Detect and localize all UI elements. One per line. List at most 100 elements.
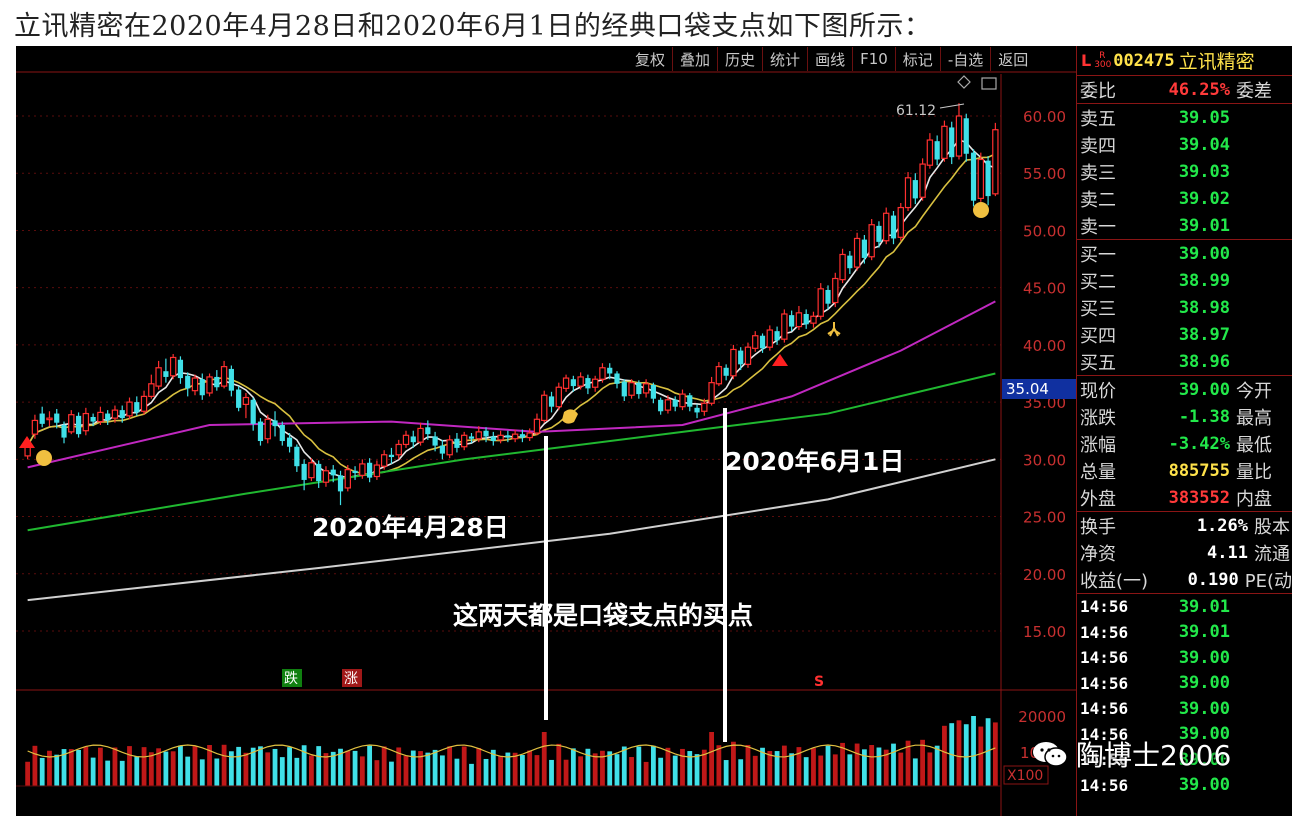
y-tick-label: 50.00 bbox=[1023, 222, 1066, 240]
tick-time: 14:56 bbox=[1080, 597, 1129, 617]
candle-body bbox=[359, 463, 366, 476]
candle-body bbox=[599, 367, 606, 380]
stat2-row-value: 0.190 bbox=[1187, 569, 1239, 590]
toolbar-f10-button[interactable]: F10 bbox=[852, 47, 895, 71]
volume-bar bbox=[927, 752, 933, 786]
candle-body bbox=[75, 415, 82, 435]
candle-body bbox=[308, 462, 315, 479]
quote-stats: 现价 39.00 今开 涨跌 -1.38 最高 涨幅 -3.42% 最低 总量 885755 量比 外盘… bbox=[1077, 376, 1292, 511]
volume-bar bbox=[119, 760, 125, 786]
toolbar-stats-button[interactable]: 统计 bbox=[762, 47, 807, 71]
volume-bar bbox=[869, 745, 875, 786]
candle-body bbox=[177, 359, 184, 379]
stock-code[interactable]: 002475 bbox=[1113, 51, 1174, 71]
candle-body bbox=[897, 206, 904, 238]
bid-row: 买一 39.00 bbox=[1077, 240, 1292, 267]
volume-bar bbox=[25, 761, 31, 786]
stat-row: 外盘 383552 内盘 bbox=[1077, 484, 1292, 511]
candle-body bbox=[934, 141, 940, 160]
toolbar-mark-button[interactable]: 标记 bbox=[894, 47, 940, 71]
stat-row-label: 外盘 bbox=[1080, 488, 1116, 510]
candle-body bbox=[90, 416, 96, 422]
toolbar-history-button[interactable]: 历史 bbox=[717, 47, 762, 71]
candle-body bbox=[119, 410, 125, 419]
candle-body bbox=[31, 419, 39, 435]
tick-row: 14:56 39.00 bbox=[1077, 645, 1292, 671]
candle-body bbox=[883, 212, 890, 242]
candle-body bbox=[228, 368, 234, 391]
candle-body bbox=[970, 152, 977, 201]
candle-body bbox=[955, 115, 963, 157]
toolbar-draw-button[interactable]: 画线 bbox=[807, 47, 852, 71]
volume-bar bbox=[185, 756, 191, 786]
volume-bar bbox=[68, 749, 74, 786]
candle-body bbox=[868, 224, 875, 258]
weibi-label: 委比 bbox=[1080, 80, 1116, 102]
rise-marker: 涨 bbox=[344, 671, 358, 687]
candle-body bbox=[380, 454, 388, 467]
running-figure-icon bbox=[827, 322, 841, 337]
candle-body bbox=[417, 427, 424, 443]
candle-body bbox=[562, 377, 570, 389]
candle-body bbox=[148, 383, 155, 397]
volume-bar bbox=[483, 758, 489, 786]
volume-bar bbox=[170, 751, 176, 786]
candle-body bbox=[352, 470, 358, 474]
volume-bar bbox=[840, 742, 845, 786]
stat-row-value: -1.38 bbox=[1178, 406, 1230, 427]
volume-bar bbox=[563, 759, 569, 786]
candle-body bbox=[642, 383, 650, 394]
ask-row-value: 39.01 bbox=[1178, 215, 1230, 236]
volume-bar bbox=[527, 750, 533, 786]
candle-body bbox=[432, 436, 438, 446]
ask-row-label: 卖四 bbox=[1080, 135, 1116, 157]
candle-body bbox=[803, 313, 809, 325]
stock-name[interactable]: 立讯精密 bbox=[1179, 47, 1255, 74]
peak-pointer bbox=[939, 103, 965, 109]
volume-bar bbox=[374, 760, 380, 786]
candle-body bbox=[322, 470, 330, 483]
volume-bar bbox=[54, 754, 60, 786]
volume-bar bbox=[97, 747, 103, 786]
candle-body bbox=[191, 377, 199, 392]
candle-body bbox=[236, 389, 242, 408]
y-tick-label: 60.00 bbox=[1023, 108, 1066, 126]
toolbar-overlay-button[interactable]: 叠加 bbox=[672, 47, 717, 71]
candle-body bbox=[621, 381, 627, 397]
stat2-row-extra: PE(动 bbox=[1244, 570, 1292, 592]
peak-price-label: 61.12 bbox=[896, 103, 936, 119]
ask-row-value: 39.04 bbox=[1178, 134, 1230, 155]
volume-bar bbox=[359, 756, 365, 786]
candle-body bbox=[54, 413, 60, 423]
stat2-row-value: 4.11 bbox=[1207, 542, 1248, 563]
volume-bar bbox=[90, 757, 96, 786]
candle-body bbox=[505, 435, 511, 438]
candle-body bbox=[425, 427, 431, 435]
bid-row: 买五 38.96 bbox=[1077, 348, 1292, 375]
volume-bar bbox=[534, 755, 540, 786]
toolbar-back-button[interactable]: 返回 bbox=[990, 47, 1035, 71]
candle-body bbox=[272, 420, 278, 427]
volume-bar bbox=[781, 745, 787, 786]
candle-body bbox=[519, 434, 526, 438]
candle-body bbox=[679, 393, 686, 408]
toolbar-watchlist-button[interactable]: -自选 bbox=[939, 47, 990, 71]
volume-bar bbox=[752, 755, 758, 786]
market-prefix: L bbox=[1081, 51, 1092, 70]
weibi-row: 委比 46.25% 委差 bbox=[1077, 76, 1292, 103]
candle-body bbox=[446, 439, 453, 456]
volume-bar bbox=[592, 753, 598, 786]
candle-body bbox=[607, 367, 613, 374]
toolbar-fuquan-button[interactable]: 复权 bbox=[628, 47, 672, 71]
volume-bar bbox=[214, 758, 220, 786]
annotation-date-2: 2020年6月1日 bbox=[725, 447, 904, 476]
candle-body bbox=[985, 160, 991, 197]
candle-body bbox=[105, 413, 111, 421]
volume-bar bbox=[432, 749, 438, 786]
tick-row: 14:56 39.00 bbox=[1077, 671, 1292, 697]
stock-header: L R 300 002475 立讯精密 bbox=[1077, 46, 1292, 76]
y-tick-label: 30.00 bbox=[1023, 451, 1066, 469]
quote-stats-2: 换手 1.26% 股本 净资 4.11 流通 收益(一) 0.190 PE(动 bbox=[1077, 512, 1292, 593]
stat-row-label: 涨幅 bbox=[1080, 434, 1116, 456]
candle-body bbox=[825, 289, 831, 304]
